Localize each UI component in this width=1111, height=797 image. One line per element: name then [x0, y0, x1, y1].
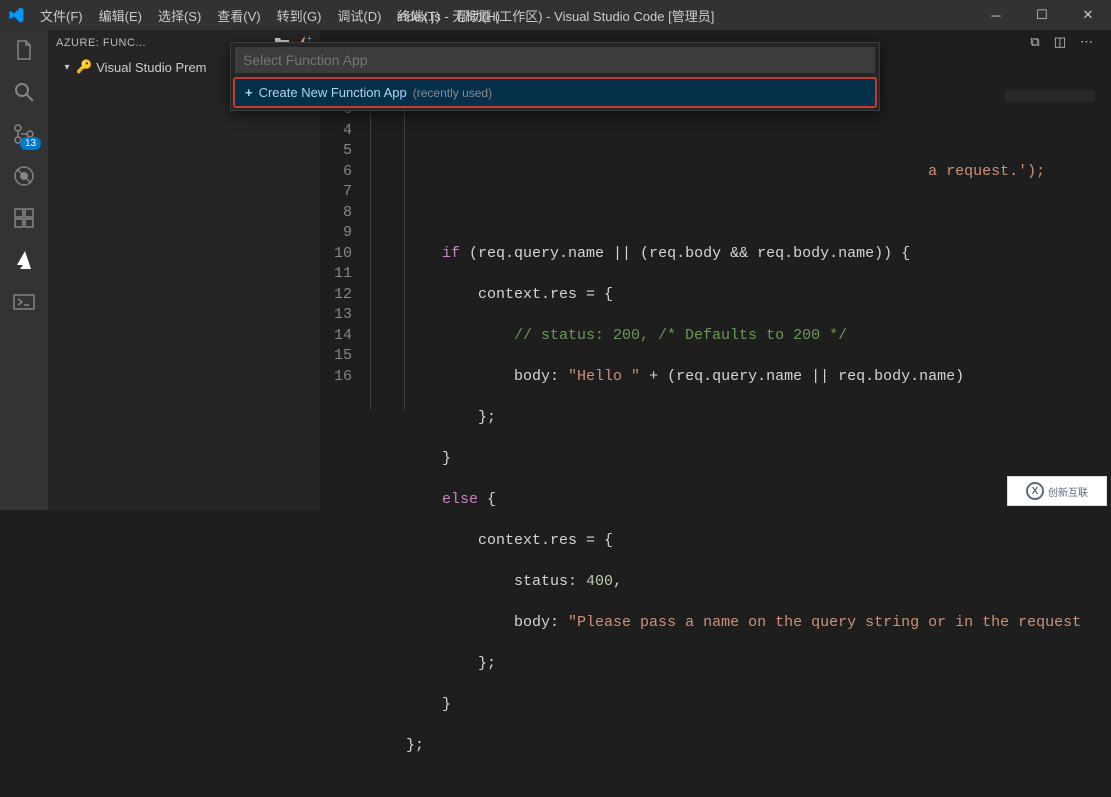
menu-go[interactable]: 转到(G) — [269, 2, 330, 29]
search-icon[interactable] — [12, 80, 36, 104]
line-num: 15 — [320, 346, 352, 367]
palette-item-create-function-app[interactable]: + Create New Function App (recently used… — [233, 77, 877, 108]
window-title: index.js - 无标题 (工作区) - Visual Studio Cod… — [397, 6, 715, 25]
line-num: 4 — [320, 121, 352, 142]
plus-icon: + — [245, 85, 253, 100]
line-num: 10 — [320, 244, 352, 265]
close-button[interactable]: ✕ — [1065, 0, 1111, 30]
sidebar-title: AZURE: FUNC... — [56, 37, 146, 49]
line-num: 12 — [320, 285, 352, 306]
activity-bar: 13 — [0, 30, 48, 510]
vscode-logo-icon — [8, 7, 24, 23]
menu-selection[interactable]: 选择(S) — [150, 2, 209, 29]
palette-input[interactable] — [235, 47, 875, 73]
palette-item-label: Create New Function App — [259, 85, 407, 100]
line-num: 8 — [320, 203, 352, 224]
line-num: 16 — [320, 367, 352, 388]
menu-edit[interactable]: 编辑(E) — [91, 2, 150, 29]
tree-item-label: Visual Studio Prem — [96, 60, 206, 75]
line-num: 6 — [320, 162, 352, 183]
explorer-icon[interactable] — [12, 38, 36, 62]
line-num: 5 — [320, 141, 352, 162]
titlebar: 文件(F) 编辑(E) 选择(S) 查看(V) 转到(G) 调试(D) 终端(T… — [0, 0, 1111, 30]
key-icon: 🔑 — [76, 59, 92, 75]
debug-icon[interactable] — [12, 164, 36, 188]
menu-debug[interactable]: 调试(D) — [329, 2, 389, 29]
maximize-button[interactable]: ☐ — [1019, 0, 1065, 30]
powershell-icon[interactable] — [12, 290, 36, 314]
source-control-icon[interactable]: 13 — [12, 122, 36, 146]
quick-pick-palette: + Create New Function App (recently used… — [230, 42, 880, 111]
extensions-icon[interactable] — [12, 206, 36, 230]
window-controls: ─ ☐ ✕ — [973, 0, 1111, 30]
menu-file[interactable]: 文件(F) — [32, 2, 91, 29]
palette-item-hint: (recently used) — [413, 86, 492, 100]
line-num: 9 — [320, 223, 352, 244]
azure-icon[interactable] — [12, 248, 36, 272]
line-num: 13 — [320, 305, 352, 326]
line-num: 7 — [320, 182, 352, 203]
minimize-button[interactable]: ─ — [973, 0, 1019, 30]
menu-view[interactable]: 查看(V) — [209, 2, 268, 29]
watermark: X创新互联 — [1007, 476, 1107, 506]
chevron-down-icon: ▾ — [62, 62, 72, 73]
line-num: 11 — [320, 264, 352, 285]
line-num: 14 — [320, 326, 352, 347]
scm-badge: 13 — [20, 137, 41, 150]
